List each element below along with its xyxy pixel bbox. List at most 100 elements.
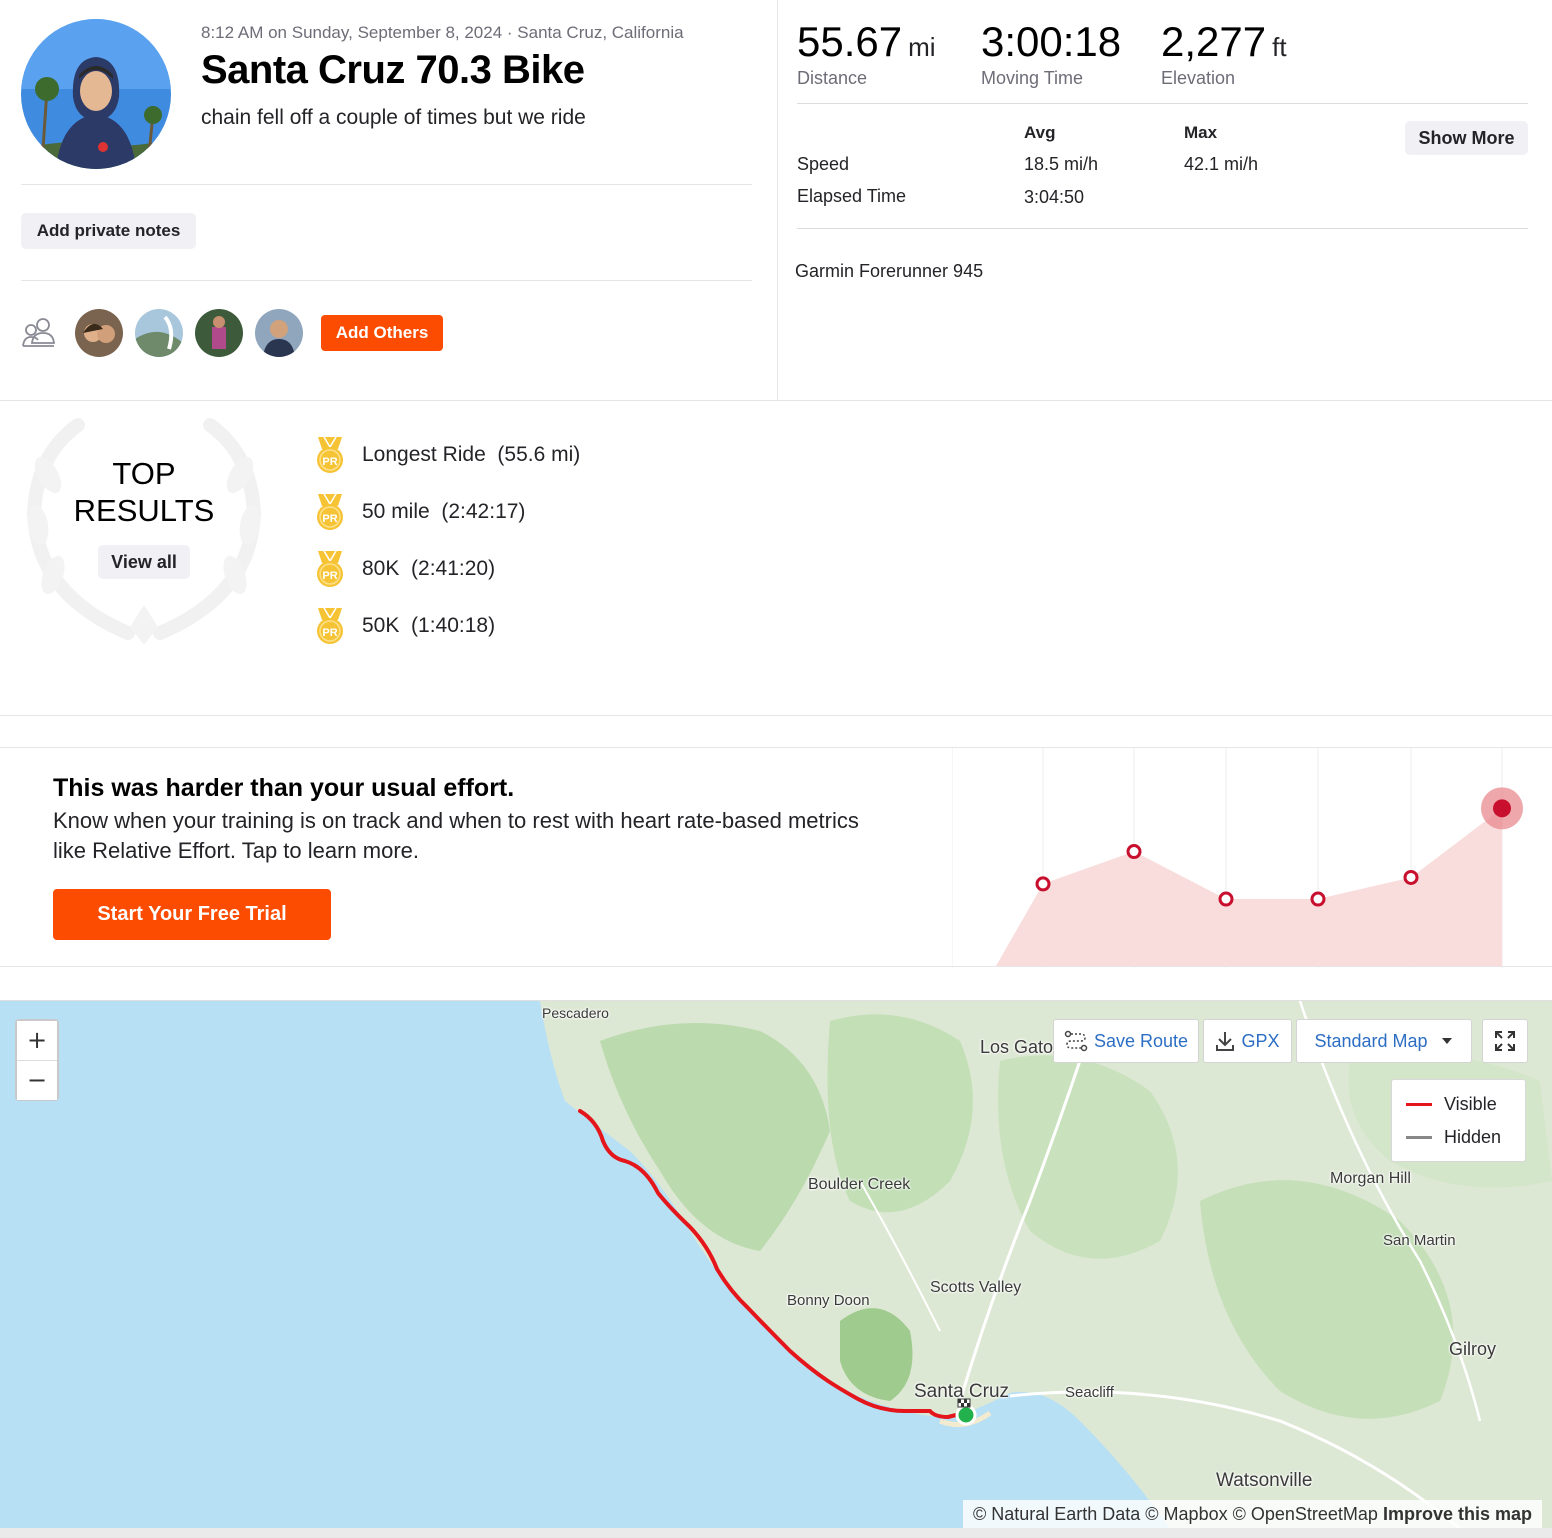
pr-badge-text: PR bbox=[322, 456, 337, 468]
effort-title: This was harder than your usual effort. bbox=[53, 774, 515, 802]
map-style-dropdown[interactable]: Standard Map bbox=[1296, 1019, 1472, 1063]
place-pescadero: Pescadero bbox=[542, 1005, 609, 1021]
pr-result-item[interactable]: PR 50K (1:40:18) bbox=[313, 606, 495, 646]
save-route-button[interactable]: Save Route bbox=[1053, 1019, 1199, 1063]
pr-medal-icon: PR bbox=[317, 493, 343, 530]
gpx-download-button[interactable]: GPX bbox=[1203, 1019, 1292, 1063]
elevation-value: 2,277 bbox=[1161, 18, 1267, 65]
effort-week-marker bbox=[1310, 891, 1326, 907]
top-results-heading: TOP RESULTS bbox=[30, 455, 258, 529]
place-santa-cruz: Santa Cruz bbox=[914, 1381, 1010, 1402]
divider bbox=[797, 103, 1528, 104]
group-icon bbox=[22, 318, 55, 347]
speed-avg: 18.5 mi/h bbox=[1024, 154, 1099, 174]
divider bbox=[797, 228, 1528, 229]
attribution-text: © Natural Earth Data © Mapbox © OpenStre… bbox=[972, 1504, 1378, 1524]
group-athlete-avatar[interactable] bbox=[135, 309, 183, 357]
add-private-notes-button[interactable]: Add private notes bbox=[21, 213, 196, 249]
activity-description: chain fell off a couple of times but we … bbox=[201, 106, 586, 129]
place-watsonville: Watsonville bbox=[1216, 1470, 1313, 1491]
speed-max: 42.1 mi/h bbox=[1184, 154, 1259, 174]
gpx-label: GPX bbox=[1241, 1030, 1280, 1051]
current-week-marker bbox=[1493, 799, 1511, 818]
stat-elevation: 2,277 ft Elevation bbox=[1161, 18, 1287, 89]
stat-moving-time: 3:00:18 Moving Time bbox=[981, 18, 1121, 89]
effort-area bbox=[996, 808, 1502, 966]
place-bonny-doon: Bonny Doon bbox=[787, 1292, 870, 1309]
place-seacliff: Seacliff bbox=[1065, 1384, 1114, 1401]
effort-week-marker bbox=[1126, 844, 1142, 860]
zoom-in-button[interactable]: + bbox=[17, 1021, 57, 1060]
group-athlete-avatar[interactable] bbox=[255, 309, 303, 357]
moving-time-label: Moving Time bbox=[981, 68, 1084, 88]
start-marker bbox=[955, 1404, 977, 1426]
device-name: Garmin Forerunner 945 bbox=[795, 261, 984, 281]
place-gilroy: Gilroy bbox=[1449, 1339, 1497, 1359]
place-morgan-hill: Morgan Hill bbox=[1330, 1170, 1411, 1187]
legend-visible-swatch bbox=[1406, 1103, 1432, 1106]
legend-hidden-label: Hidden bbox=[1444, 1127, 1502, 1147]
effort-week-marker bbox=[1218, 891, 1234, 907]
pr-result-item[interactable]: PR 50 mile (2:42:17) bbox=[313, 492, 525, 532]
divider bbox=[21, 184, 752, 185]
top-results-line1: TOP bbox=[112, 456, 176, 491]
effort-body: Know when your training is on track and … bbox=[53, 808, 859, 863]
pr-result-text: 50K (1:40:18) bbox=[362, 614, 496, 637]
place-los-gatos: Los Gato bbox=[980, 1037, 1054, 1057]
pr-medal-icon: PR bbox=[317, 436, 343, 473]
elapsed-time-avg: 3:04:50 bbox=[1024, 187, 1085, 207]
athlete-avatar[interactable] bbox=[21, 19, 171, 169]
pr-result-text: 80K (2:41:20) bbox=[362, 557, 496, 580]
group-athlete-avatar[interactable] bbox=[75, 309, 123, 357]
pr-medal-icon: PR bbox=[317, 550, 343, 587]
distance-label: Distance bbox=[797, 68, 868, 88]
moving-time-value: 3:00:18 bbox=[981, 18, 1122, 65]
start-free-trial-button[interactable]: Start Your Free Trial bbox=[53, 889, 331, 940]
route-map[interactable]: Pescadero Los Gato Boulder Creek Morgan … bbox=[0, 1000, 1552, 1528]
table-header-avg: Avg bbox=[1024, 123, 1056, 142]
resize-handle[interactable] bbox=[0, 1528, 1552, 1538]
legend-hidden-swatch bbox=[1406, 1136, 1432, 1139]
distance-value: 55.67 bbox=[797, 18, 903, 65]
place-san-martin: San Martin bbox=[1383, 1232, 1456, 1249]
add-others-button[interactable]: Add Others bbox=[321, 315, 443, 351]
divider bbox=[21, 280, 752, 281]
top-results-line2: RESULTS bbox=[73, 493, 215, 528]
improve-map-link[interactable]: Improve this map bbox=[1383, 1504, 1532, 1524]
pr-badge-text: PR bbox=[322, 513, 337, 525]
pr-badge-text: PR bbox=[322, 627, 337, 639]
zoom-out-button[interactable]: − bbox=[17, 1061, 57, 1100]
pr-result-item[interactable]: PR Longest Ride (55.6 mi) bbox=[313, 435, 580, 475]
show-more-button[interactable]: Show More bbox=[1405, 121, 1528, 155]
distance-unit: mi bbox=[908, 32, 936, 62]
effort-week-marker bbox=[1035, 876, 1051, 892]
map-base[interactable] bbox=[0, 1001, 1552, 1528]
row-label-speed: Speed bbox=[797, 154, 850, 174]
relative-effort-chart bbox=[952, 748, 1523, 968]
stat-distance: 55.67 mi Distance bbox=[797, 18, 936, 89]
table-header-max: Max bbox=[1184, 123, 1218, 142]
view-all-button[interactable]: View all bbox=[98, 545, 190, 579]
map-style-label: Standard Map bbox=[1314, 1030, 1428, 1051]
zoom-controls: + − bbox=[15, 1019, 59, 1101]
fullscreen-button[interactable] bbox=[1482, 1019, 1528, 1063]
activity-title: Santa Cruz 70.3 Bike bbox=[201, 48, 585, 92]
pr-medal-icon: PR bbox=[317, 607, 343, 644]
place-boulder-creek: Boulder Creek bbox=[808, 1176, 911, 1193]
activity-header: 8:12 AM on Sunday, September 8, 2024 · S… bbox=[0, 0, 778, 400]
map-attribution: © Natural Earth Data © Mapbox © OpenStre… bbox=[962, 1500, 1542, 1528]
legend-visible[interactable]: Visible bbox=[1406, 1094, 1497, 1115]
relative-effort-banner[interactable]: This was harder than your usual effort. … bbox=[0, 747, 1552, 968]
activity-datetime-location: 8:12 AM on Sunday, September 8, 2024 · S… bbox=[201, 23, 684, 42]
section-divider bbox=[0, 715, 1552, 716]
pr-badge-text: PR bbox=[322, 570, 337, 582]
map-legend: Visible Hidden bbox=[1391, 1079, 1526, 1162]
pr-result-item[interactable]: PR 80K (2:41:20) bbox=[313, 549, 495, 589]
fullscreen-icon bbox=[1495, 1031, 1515, 1051]
group-athlete-avatar[interactable] bbox=[195, 309, 243, 357]
legend-hidden[interactable]: Hidden bbox=[1406, 1127, 1501, 1148]
row-label-elapsed-time: Elapsed Time bbox=[797, 186, 907, 206]
route-icon bbox=[1064, 1030, 1088, 1052]
chevron-down-icon bbox=[1441, 1038, 1452, 1044]
effort-week-marker bbox=[1403, 869, 1419, 885]
